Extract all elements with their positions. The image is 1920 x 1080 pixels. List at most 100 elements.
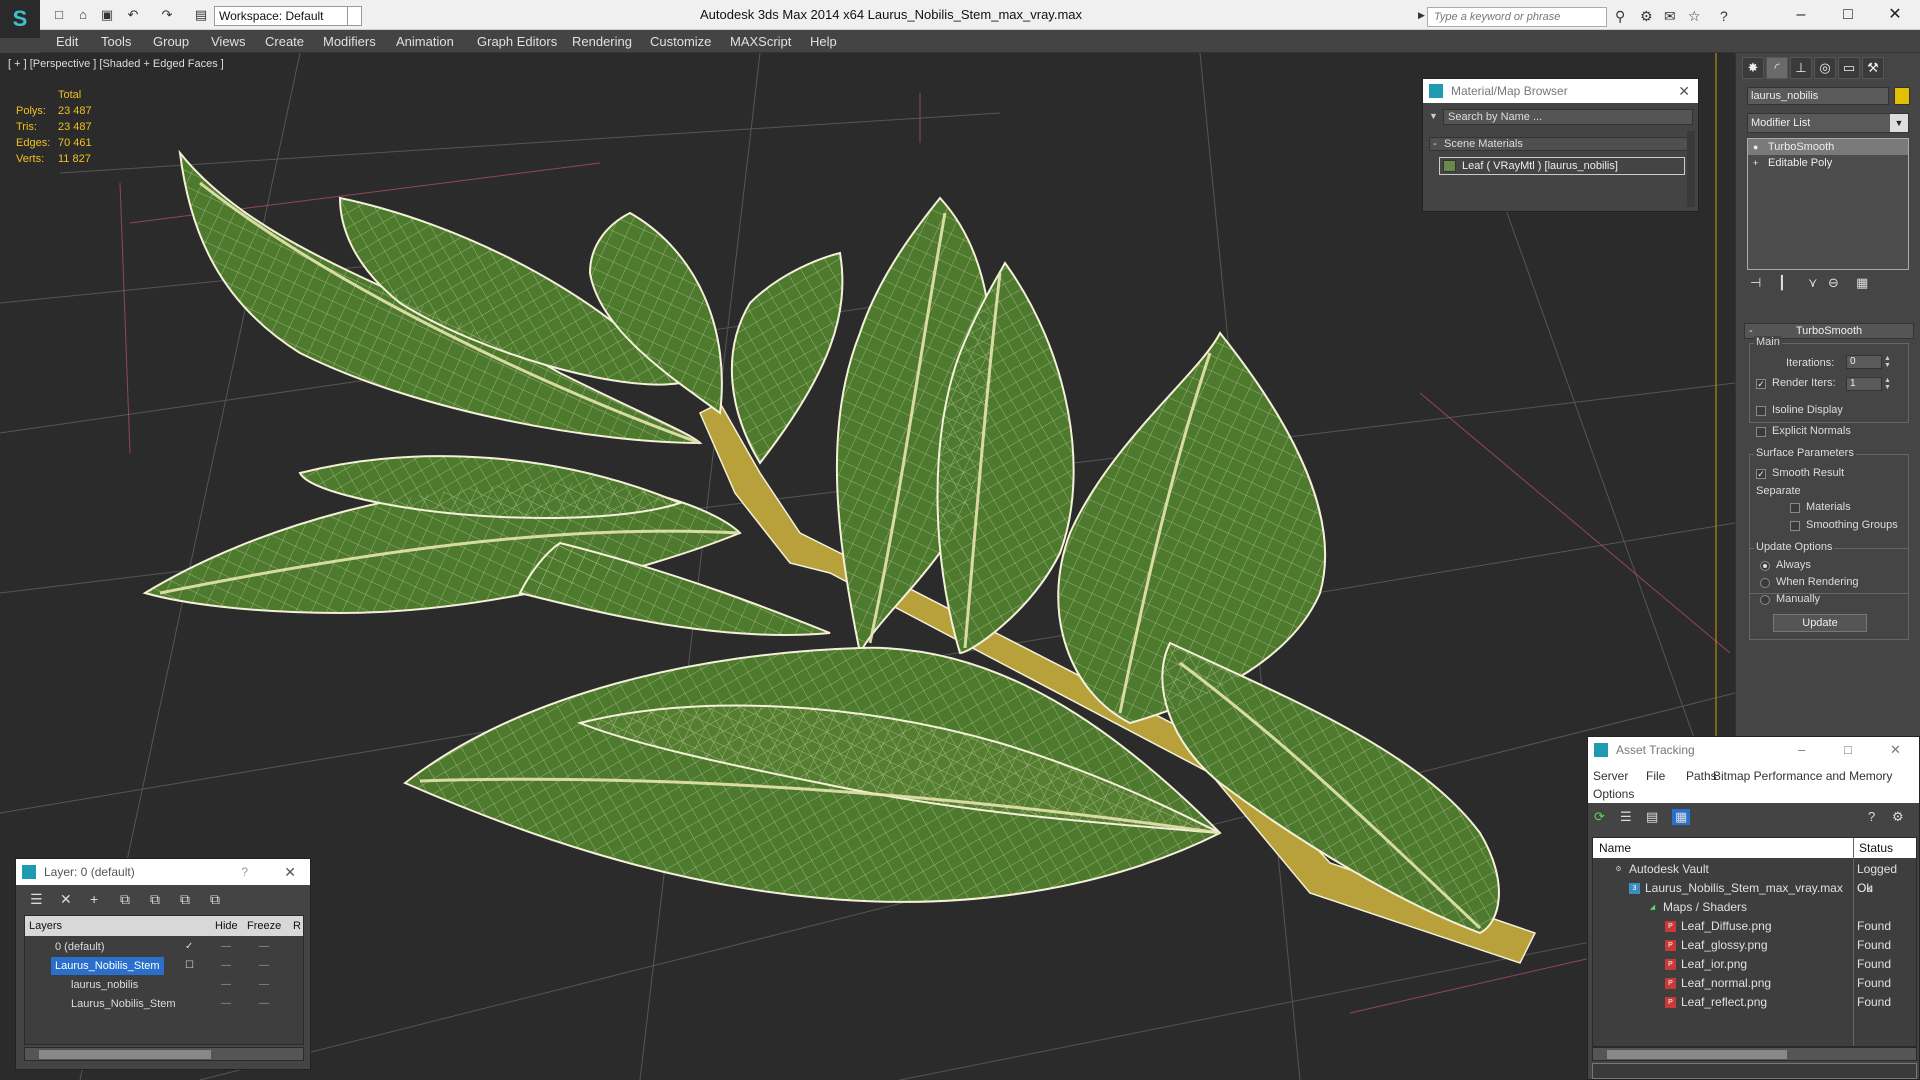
column-layers[interactable]: Layers — [29, 916, 62, 936]
layer-row[interactable]: 0 (default) ✓ — — — [25, 938, 303, 956]
material-search-input[interactable]: Search by Name ... — [1443, 109, 1693, 125]
hide-all-layers-icon[interactable]: ⧉ — [180, 891, 190, 908]
menu-views[interactable]: Views — [211, 34, 245, 49]
freeze-all-layers-icon[interactable]: ⧉ — [210, 891, 220, 908]
tree-view-icon[interactable]: ▤ — [1646, 809, 1658, 825]
hide-toggle[interactable]: — — [221, 995, 231, 1013]
open-file-icon[interactable]: ⌂ — [74, 6, 92, 24]
help-icon[interactable]: ? — [1868, 809, 1875, 824]
list-view-icon[interactable]: ☰ — [1620, 809, 1632, 825]
expand-plus-icon[interactable]: + — [1753, 155, 1758, 171]
collapse-icon[interactable]: - — [1749, 324, 1753, 338]
scrollbar-thumb[interactable] — [39, 1050, 211, 1059]
asset-tracking-titlebar[interactable]: Asset Tracking – □ ✕ — [1588, 737, 1919, 763]
freeze-toggle[interactable]: — — [259, 938, 269, 956]
menu-options[interactable]: Options — [1593, 787, 1634, 801]
separate-smoothing-groups-checkbox[interactable] — [1790, 521, 1800, 531]
chevron-down-icon[interactable]: ▼ — [1890, 114, 1908, 132]
help-icon[interactable]: ? — [1720, 8, 1728, 24]
modifier-stack[interactable]: ● TurboSmooth + Editable Poly — [1747, 138, 1909, 270]
isoline-display-checkbox[interactable] — [1756, 406, 1766, 416]
stack-item-turbosmooth[interactable]: ● TurboSmooth — [1748, 139, 1908, 155]
menu-help[interactable]: Help — [810, 34, 837, 49]
object-name[interactable]: Laurus_Nobilis_Stem — [71, 995, 176, 1013]
add-to-layer-icon[interactable]: + — [90, 891, 98, 907]
table-view-icon[interactable]: ▦ — [1672, 809, 1691, 825]
update-button[interactable]: Update — [1773, 614, 1867, 632]
menu-animation[interactable]: Animation — [396, 34, 454, 49]
freeze-toggle[interactable]: — — [259, 976, 269, 994]
display-tab-icon[interactable]: ▭ — [1838, 57, 1860, 79]
redo-icon[interactable]: ↷ — [158, 6, 176, 24]
freeze-toggle[interactable]: — — [259, 957, 269, 975]
menu-edit[interactable]: Edit — [56, 34, 78, 49]
maximize-icon[interactable]: □ — [1833, 4, 1863, 26]
create-tab-icon[interactable]: ✸ — [1742, 57, 1764, 79]
layer-manager-titlebar[interactable]: Layer: 0 (default) ? ✕ — [16, 859, 310, 885]
hide-toggle[interactable]: — — [221, 957, 231, 975]
utilities-tab-icon[interactable]: ⚒ — [1862, 57, 1884, 79]
column-hide[interactable]: Hide — [215, 916, 238, 936]
viewport-label[interactable]: [ + ] [Perspective ] [Shaded + Edged Fac… — [8, 58, 224, 70]
asset-row[interactable]: P Leaf_Diffuse.png Found — [1593, 917, 1916, 936]
asset-horizontal-scrollbar[interactable] — [1592, 1047, 1917, 1061]
close-icon[interactable]: ✕ — [1890, 737, 1901, 763]
spinner-arrows-icon[interactable]: ▲ ▼ — [1884, 377, 1892, 391]
asset-row[interactable]: P Leaf_normal.png Found — [1593, 974, 1916, 993]
menu-server[interactable]: Server — [1593, 769, 1628, 783]
object-color-swatch[interactable] — [1894, 87, 1910, 105]
undo-icon[interactable]: ↶ — [124, 6, 142, 24]
show-end-result-icon[interactable]: ┃ — [1778, 275, 1786, 291]
active-layer-box-icon[interactable]: ☐ — [185, 957, 194, 975]
menu-maxscript[interactable]: MAXScript — [730, 34, 791, 49]
column-status[interactable]: Status — [1859, 838, 1893, 858]
save-file-icon[interactable]: ▣ — [98, 6, 116, 24]
remove-modifier-icon[interactable]: ⊖ — [1828, 275, 1839, 291]
asset-row[interactable]: 3 Laurus_Nobilis_Stem_max_vray.max Ok — [1593, 879, 1916, 898]
layer-name[interactable]: 0 (default) — [55, 938, 105, 956]
object-name[interactable]: laurus_nobilis — [71, 976, 138, 994]
iterations-spinner[interactable]: 0 — [1846, 355, 1882, 369]
maximize-icon[interactable]: □ — [1844, 737, 1852, 763]
modify-tab-icon[interactable]: ◜ — [1766, 57, 1788, 79]
material-item[interactable]: Leaf ( VRayMtl ) [laurus_nobilis] — [1439, 157, 1685, 175]
motion-tab-icon[interactable]: ◎ — [1814, 57, 1836, 79]
close-icon[interactable]: ✕ — [1880, 4, 1910, 26]
favorites-star-icon[interactable]: ☆ — [1688, 8, 1701, 25]
render-iters-checkbox[interactable]: ✓ — [1756, 379, 1766, 389]
layer-row[interactable]: Laurus_Nobilis_Stem — — — [25, 995, 303, 1013]
spinner-arrows-icon[interactable]: ▲ ▼ — [1884, 355, 1892, 369]
close-icon[interactable]: ✕ — [284, 859, 296, 885]
menu-customize[interactable]: Customize — [650, 34, 711, 49]
column-freeze[interactable]: Freeze — [247, 916, 281, 936]
refresh-icon[interactable]: ⟳ — [1594, 809, 1605, 825]
asset-row[interactable]: P Leaf_reflect.png Found — [1593, 993, 1916, 1012]
asset-row[interactable]: P Leaf_ior.png Found — [1593, 955, 1916, 974]
menu-create[interactable]: Create — [265, 34, 304, 49]
when-rendering-radio[interactable] — [1760, 578, 1770, 588]
collapse-icon[interactable]: - — [1433, 138, 1437, 150]
lightbulb-icon[interactable]: ● — [1753, 139, 1758, 155]
asset-row[interactable]: ◢ Maps / Shaders — [1593, 898, 1916, 917]
layer-name[interactable]: Laurus_Nobilis_Stem — [51, 957, 164, 975]
highlight-layer-icon[interactable]: ⧉ — [150, 891, 160, 908]
scrollbar-thumb[interactable] — [1607, 1050, 1787, 1059]
select-in-layer-icon[interactable]: ⧉ — [120, 891, 130, 908]
asset-row[interactable]: P Leaf_glossy.png Found — [1593, 936, 1916, 955]
create-layer-icon[interactable]: ☰ — [30, 891, 43, 908]
object-name-field[interactable]: laurus_nobilis — [1747, 87, 1889, 105]
help-icon[interactable]: ? — [241, 859, 248, 885]
menu-tools[interactable]: Tools — [101, 34, 131, 49]
manually-radio[interactable] — [1760, 595, 1770, 605]
communication-icon[interactable]: ✉ — [1664, 8, 1676, 25]
layer-row[interactable]: laurus_nobilis — — — [25, 976, 303, 994]
explicit-normals-checkbox[interactable] — [1756, 427, 1766, 437]
freeze-toggle[interactable]: — — [259, 995, 269, 1013]
project-folder-icon[interactable]: ▤ — [192, 6, 210, 24]
menu-file[interactable]: File — [1646, 769, 1665, 783]
minimize-icon[interactable]: – — [1798, 737, 1805, 763]
material-browser-titlebar[interactable]: Material/Map Browser ✕ — [1423, 79, 1698, 103]
close-icon[interactable]: ✕ — [1678, 79, 1690, 103]
smooth-result-checkbox[interactable]: ✓ — [1756, 469, 1766, 479]
delete-layer-icon[interactable]: ✕ — [60, 891, 72, 908]
